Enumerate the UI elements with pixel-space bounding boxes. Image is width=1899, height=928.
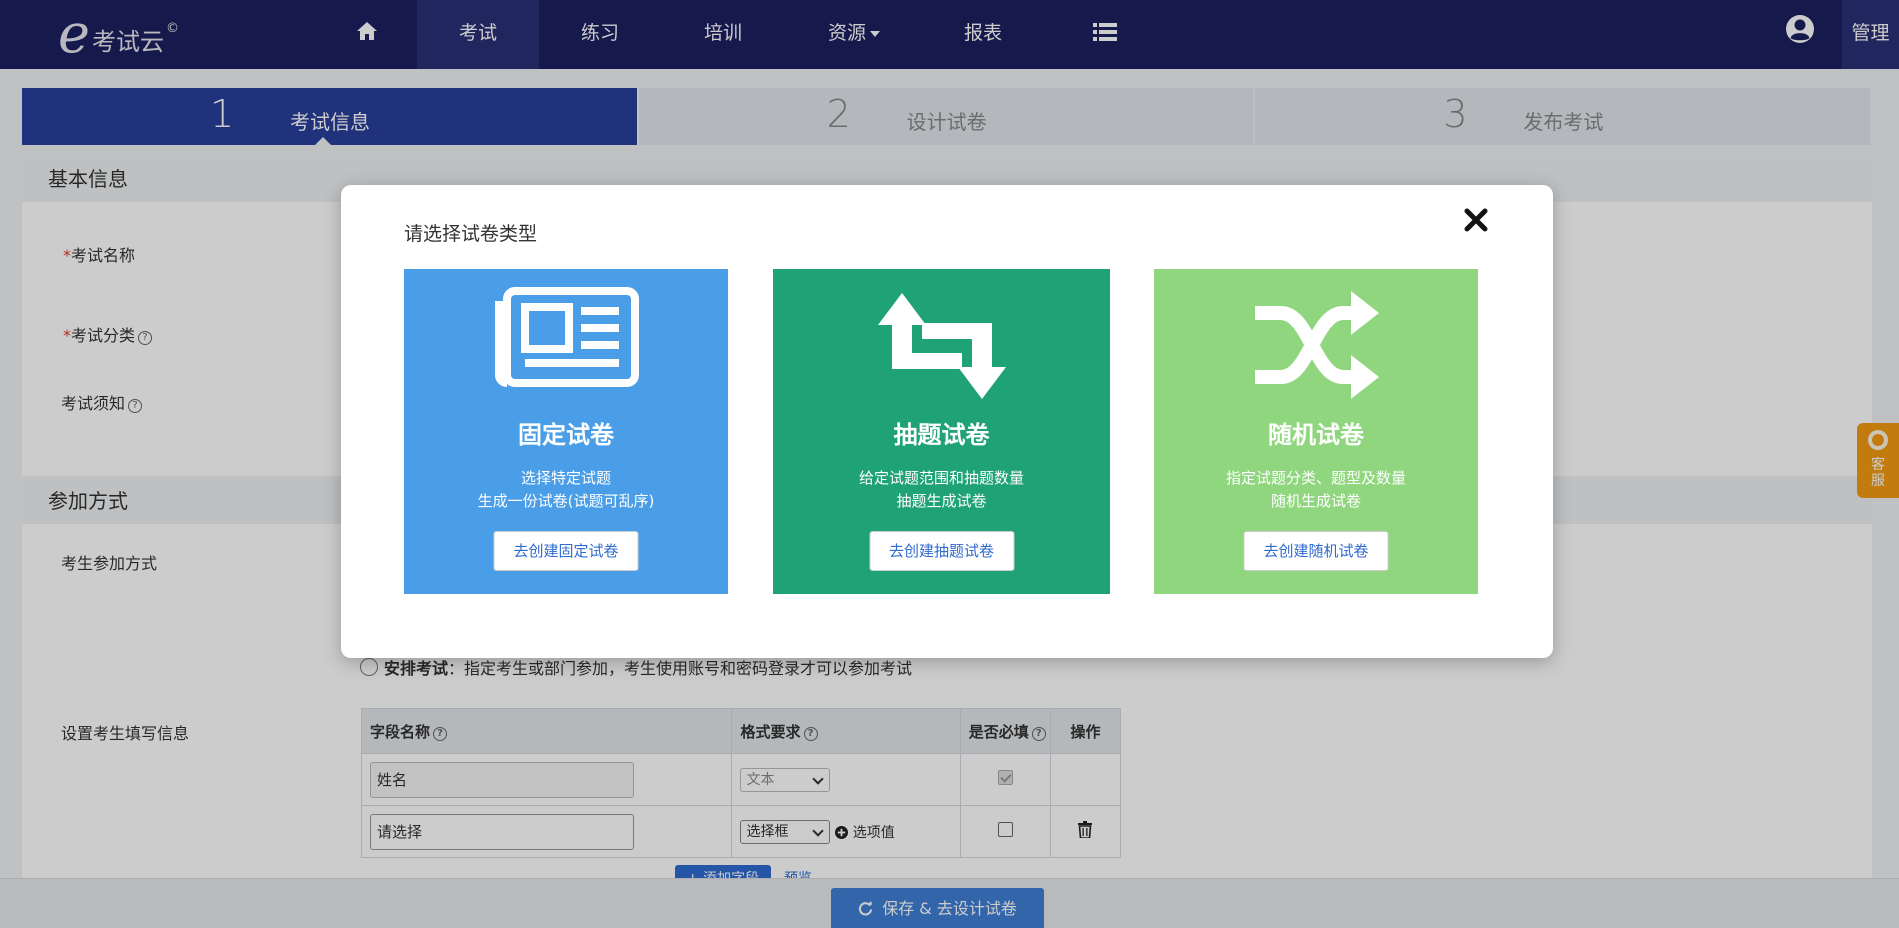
create-random-paper-button[interactable]: 去创建随机试卷	[1243, 531, 1389, 571]
retweet-icon	[877, 293, 1006, 399]
card-title: 固定试卷	[518, 421, 614, 449]
card-desc: 给定试题范围和抽题数量	[858, 469, 1024, 487]
create-fixed-paper-button[interactable]: 去创建固定试卷	[493, 531, 639, 571]
card-desc: 指定试题分类、题型及数量	[1225, 469, 1406, 487]
card-title: 抽题试卷	[893, 421, 990, 449]
paper-type-modal: 请选择试卷类型 固定试卷 选择特定试题 生成一份试卷(试题可乱序) 去创建固定试…	[341, 185, 1553, 658]
create-drawn-paper-button[interactable]: 去创建抽题试卷	[869, 531, 1014, 571]
card-desc: 随机生成试卷	[1270, 492, 1361, 510]
card-desc: 生成一份试卷(试题可乱序)	[477, 492, 655, 510]
newspaper-icon	[495, 287, 639, 387]
card-title: 随机试卷	[1268, 421, 1364, 449]
drawn-paper-card[interactable]: 抽题试卷 给定试题范围和抽题数量 抽题生成试卷 去创建抽题试卷	[773, 269, 1110, 594]
fixed-paper-card[interactable]: 固定试卷 选择特定试题 生成一份试卷(试题可乱序) 去创建固定试卷	[404, 269, 728, 594]
card-desc: 抽题生成试卷	[896, 492, 987, 510]
random-paper-card[interactable]: 随机试卷 指定试题分类、题型及数量 随机生成试卷 去创建随机试卷	[1154, 269, 1478, 594]
card-desc: 选择特定试题	[520, 469, 611, 487]
modal-title: 请选择试卷类型	[404, 223, 538, 245]
shuffle-icon	[1255, 291, 1379, 399]
close-icon[interactable]	[1463, 207, 1489, 233]
